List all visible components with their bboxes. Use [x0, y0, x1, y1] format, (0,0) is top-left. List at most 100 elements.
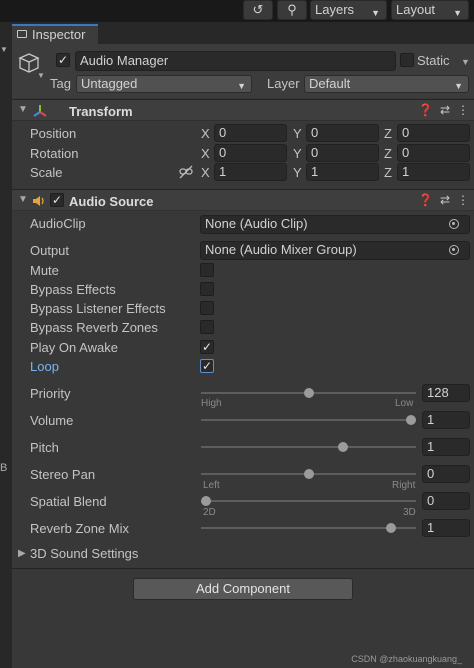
more-icon[interactable]: ⋮	[457, 103, 474, 117]
play-on-awake-label: Play On Awake	[30, 340, 118, 355]
play-on-awake-checkbox[interactable]: ✓	[200, 340, 214, 354]
object-picker-icon[interactable]	[449, 219, 459, 229]
preset-icon[interactable]: ⇄	[440, 193, 457, 207]
scale-x-field[interactable]: 1	[214, 163, 287, 181]
spatial-blend-slider-track[interactable]	[201, 500, 416, 502]
spatial-blend-label: Spatial Blend	[30, 494, 107, 509]
layers-label: Layers	[315, 2, 355, 17]
axis-z-label: Z	[384, 165, 392, 180]
help-icon[interactable]: ❓	[418, 103, 440, 117]
speaker-icon	[33, 196, 44, 206]
field-value: 1	[427, 520, 435, 535]
foldout-arrow-icon[interactable]: ▼	[18, 194, 28, 205]
search-icon: ⚲	[287, 2, 297, 17]
output-label: Output	[30, 243, 70, 258]
audioclip-field[interactable]: None (Audio Clip)	[200, 215, 470, 234]
scale-label: Scale	[30, 165, 63, 180]
stereo-pan-slider-thumb[interactable]	[303, 469, 314, 479]
field-value: 0	[311, 125, 319, 140]
field-value: 1	[402, 164, 410, 179]
transform-axes-icon	[33, 105, 47, 117]
search-button[interactable]: ⚲	[277, 0, 307, 20]
gameobject-name-field[interactable]: Audio Manager	[75, 51, 396, 71]
axis-z-label: Z	[384, 146, 392, 161]
audioclip-value: None (Audio Clip)	[205, 216, 308, 231]
field-value: 1	[427, 439, 435, 454]
axis-y-label: Y	[293, 146, 302, 161]
3d-sound-settings-foldout[interactable]: 3D Sound Settings	[30, 546, 138, 561]
reverb-zone-mix-slider-track[interactable]	[201, 527, 416, 529]
audioclip-label: AudioClip	[30, 216, 86, 231]
field-value: 0	[219, 145, 227, 160]
rotation-z-field[interactable]: 0	[397, 144, 470, 162]
spatial-blend-field[interactable]: 0	[422, 492, 470, 510]
reverb-zone-mix-slider-thumb[interactable]	[385, 523, 396, 533]
axis-x-label: X	[201, 165, 210, 180]
mute-checkbox[interactable]	[200, 263, 214, 277]
pitch-field[interactable]: 1	[422, 438, 470, 456]
pitch-slider-track[interactable]	[201, 446, 416, 448]
foldout-arrow-icon[interactable]: ▼	[18, 104, 28, 115]
bypass-effects-label: Bypass Effects	[30, 282, 116, 297]
tag-dropdown[interactable]: Untagged ▼	[76, 75, 252, 93]
static-dropdown-icon[interactable]: ▼	[461, 57, 470, 67]
layer-value: Default	[309, 76, 351, 91]
reverb-zone-mix-field[interactable]: 1	[422, 519, 470, 537]
static-label: Static	[417, 53, 450, 68]
stereo-pan-field[interactable]: 0	[422, 465, 470, 483]
scale-y-field[interactable]: 1	[306, 163, 379, 181]
left-panel-edge: ▼ B	[0, 22, 12, 668]
preset-icon[interactable]: ⇄	[440, 103, 457, 117]
volume-field[interactable]: 1	[422, 411, 470, 429]
static-checkbox[interactable]	[400, 53, 414, 67]
foldout-right-arrow-icon[interactable]: ▶	[18, 548, 26, 559]
scale-z-field[interactable]: 1	[397, 163, 470, 181]
transform-header[interactable]: ▼ Transform ❓⇄⋮	[12, 99, 474, 121]
object-picker-icon[interactable]	[449, 245, 459, 255]
layer-label: Layer	[267, 76, 300, 91]
tag-value: Untagged	[81, 76, 138, 91]
priority-field[interactable]: 128	[422, 384, 470, 402]
bypass-reverb-zones-checkbox[interactable]	[200, 320, 214, 334]
pitch-slider-thumb[interactable]	[338, 442, 349, 452]
axis-x-label: X	[201, 126, 210, 141]
audio-source-enabled-checkbox[interactable]: ✓	[50, 193, 64, 207]
layers-dropdown[interactable]: Layers ▼	[310, 0, 387, 20]
position-x-field[interactable]: 0	[214, 124, 287, 142]
position-y-field[interactable]: 0	[306, 124, 379, 142]
field-value: 0	[402, 145, 410, 160]
top-toolbar: ↺ ⚲ Layers ▼ Layout ▼	[0, 0, 474, 22]
icon-dropdown-arrow[interactable]: ▼	[37, 71, 45, 80]
spatial-blend-slider-thumb[interactable]	[201, 496, 211, 506]
tab-label: Inspector	[32, 27, 86, 42]
stereo-pan-label: Stereo Pan	[30, 467, 96, 482]
audio-source-header[interactable]: ▼ ✓ Audio Source ❓⇄⋮	[12, 189, 474, 211]
more-icon[interactable]: ⋮	[457, 193, 474, 207]
layer-dropdown[interactable]: Default ▼	[304, 75, 469, 93]
volume-slider-track[interactable]	[201, 419, 416, 421]
rotation-x-field[interactable]: 0	[214, 144, 287, 162]
stereo-left-caption: Left	[203, 480, 220, 491]
output-field[interactable]: None (Audio Mixer Group)	[200, 241, 470, 260]
volume-slider-thumb[interactable]	[406, 415, 416, 425]
tag-label: Tag	[50, 76, 71, 91]
active-checkbox[interactable]: ✓	[56, 53, 70, 67]
bypass-listener-effects-checkbox[interactable]	[200, 301, 214, 315]
layout-dropdown[interactable]: Layout ▼	[391, 0, 469, 20]
constrain-proportions-icon[interactable]	[179, 165, 193, 179]
loop-checkbox[interactable]: ✓	[200, 359, 214, 373]
add-component-button[interactable]: Add Component	[133, 578, 353, 600]
gameobject-name: Audio Manager	[80, 53, 169, 68]
priority-slider-thumb[interactable]	[303, 388, 314, 398]
add-component-label: Add Component	[196, 581, 290, 596]
divider	[12, 568, 474, 569]
output-value: None (Audio Mixer Group)	[205, 242, 357, 257]
history-button[interactable]: ↺	[243, 0, 273, 20]
position-label: Position	[30, 126, 77, 141]
bypass-effects-checkbox[interactable]	[200, 282, 214, 296]
help-icon[interactable]: ❓	[418, 193, 440, 207]
pitch-label: Pitch	[30, 440, 59, 455]
position-z-field[interactable]: 0	[397, 124, 470, 142]
rotation-y-field[interactable]: 0	[306, 144, 379, 162]
header-actions: ❓⇄⋮	[418, 193, 474, 207]
